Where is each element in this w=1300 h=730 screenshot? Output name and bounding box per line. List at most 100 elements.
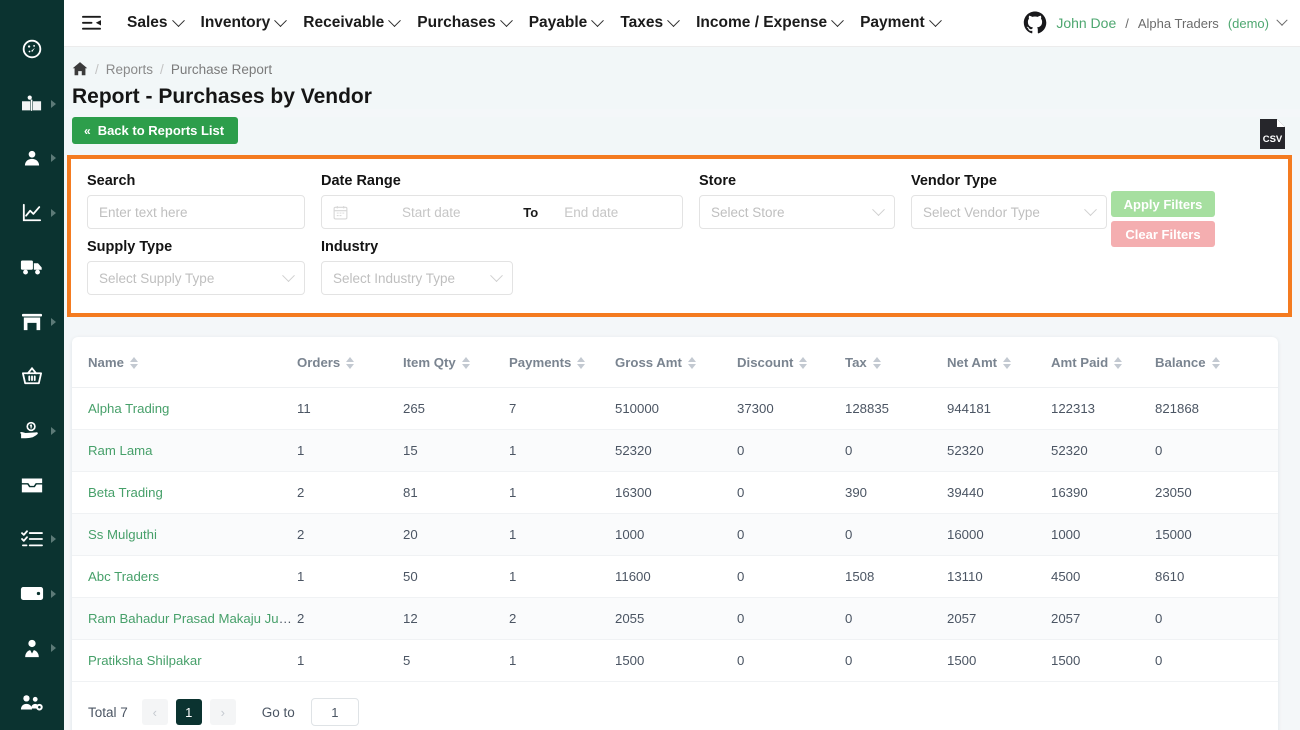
sidebar-item-reports[interactable]: [0, 185, 64, 239]
goto-page-input[interactable]: 1: [310, 698, 359, 726]
store-select[interactable]: Select Store: [699, 195, 895, 229]
date-range-input[interactable]: Start date To End date: [321, 195, 683, 229]
home-icon[interactable]: [72, 61, 88, 77]
vendor-link[interactable]: Beta Trading: [88, 485, 163, 500]
sort-toggle[interactable]: [687, 356, 696, 369]
cell-gross-amt: 11600: [615, 555, 737, 598]
search-label: Search: [87, 173, 136, 189]
column-header-amt-paid[interactable]: Amt Paid: [1051, 337, 1155, 388]
date-range-to-label: To: [523, 204, 539, 220]
page-number-1[interactable]: 1: [175, 699, 202, 725]
chevron-right-icon: [51, 426, 56, 435]
vendor-link[interactable]: Alpha Trading: [88, 401, 169, 416]
sidebar-item-payments[interactable]: [0, 403, 64, 457]
cell-balance: 0: [1155, 597, 1278, 640]
nav-label: Sales: [127, 14, 168, 31]
chevron-down-icon: [1084, 202, 1097, 216]
nav-label: Income / Expense: [696, 14, 828, 31]
table-row: Abc Traders 1 50 1 11600 0 1508 13110 4500 8610: [72, 555, 1278, 598]
main-area: Sales Inventory Receivable Purchases Pay…: [64, 0, 1300, 730]
cell-amt-paid: 122313: [1051, 387, 1155, 430]
nav-menu-inventory[interactable]: Inventory: [192, 0, 295, 47]
nav-menu-income-expense[interactable]: Income / Expense: [687, 0, 851, 47]
nav-label: Taxes: [620, 14, 664, 31]
search-input[interactable]: Enter text here: [87, 195, 305, 229]
chevron-down-icon: [831, 13, 844, 27]
filter-supply-type: Supply Type Select Supply Type: [87, 237, 305, 295]
supply-type-select[interactable]: Select Supply Type: [87, 261, 305, 295]
chevron-down-icon: [490, 268, 503, 282]
sidebar-item-user-admin[interactable]: [0, 676, 64, 730]
vendor-link[interactable]: Pratiksha Shilpakar: [88, 653, 202, 668]
sidebar-item-shipping[interactable]: [0, 240, 64, 294]
user-org: Alpha Traders: [1137, 15, 1219, 31]
page-title: Report - Purchases by Vendor: [72, 85, 372, 108]
sidebar-item-customers[interactable]: [0, 131, 64, 185]
sort-toggle[interactable]: [872, 356, 881, 369]
column-header-net-amt[interactable]: Net Amt: [947, 337, 1051, 388]
vendor-type-select[interactable]: Select Vendor Type: [911, 195, 1107, 229]
column-header-gross-amt[interactable]: Gross Amt: [615, 337, 737, 388]
vendor-link[interactable]: Abc Traders: [88, 569, 159, 584]
column-header-item-qty[interactable]: Item Qty: [403, 337, 509, 388]
vendor-link[interactable]: Ram Lama: [88, 443, 153, 458]
sort-toggle[interactable]: [1211, 356, 1220, 369]
nav-menu-taxes[interactable]: Taxes: [611, 0, 687, 47]
chevron-right-icon: [51, 99, 56, 108]
menu-fold-icon[interactable]: [78, 10, 104, 36]
nav-menu-purchases[interactable]: Purchases: [408, 0, 519, 47]
chevron-right-icon[interactable]: ›: [209, 699, 236, 725]
sidebar-item-dashboard[interactable]: [0, 22, 64, 76]
vendor-link[interactable]: Ram Bahadur Prasad Makaju Junior: [88, 611, 297, 626]
cell-net-amt: 1500: [947, 639, 1051, 682]
vendor-link[interactable]: Ss Mulguthi: [88, 527, 157, 542]
nav-menu-payment[interactable]: Payment: [851, 0, 949, 47]
sort-toggle[interactable]: [461, 356, 470, 369]
end-date-input[interactable]: End date: [548, 205, 671, 220]
cell-discount: 0: [737, 555, 845, 598]
chevron-left-icon[interactable]: ‹: [141, 699, 168, 725]
sidebar-item-inbox[interactable]: [0, 458, 64, 512]
sidebar-item-purchases[interactable]: [0, 349, 64, 403]
industry-select[interactable]: Select Industry Type: [321, 261, 513, 295]
nav-menu-sales[interactable]: Sales: [118, 0, 192, 47]
column-header-name[interactable]: Name: [72, 337, 297, 388]
total-count-label: Total 7: [88, 704, 128, 720]
sort-toggle[interactable]: [577, 356, 586, 369]
cell-amt-paid: 1500: [1051, 639, 1155, 682]
user-menu[interactable]: John Doe / Alpha Traders (demo): [1023, 11, 1300, 35]
sidebar-item-stores[interactable]: [0, 294, 64, 348]
sidebar-item-employees[interactable]: [0, 621, 64, 675]
pagination: Total 7 ‹ 1 › Go to 1: [72, 682, 1278, 730]
users-cog-icon: [20, 693, 44, 713]
sidebar-item-tasks[interactable]: [0, 512, 64, 566]
chevron-right-icon: [51, 644, 56, 653]
column-header-orders[interactable]: Orders: [297, 337, 403, 388]
back-to-reports-list-button[interactable]: « Back to Reports List: [72, 117, 239, 144]
sort-toggle[interactable]: [129, 356, 138, 369]
filter-vendor-type: Vendor Type Select Vendor Type: [911, 171, 1107, 229]
column-header-tax[interactable]: Tax: [845, 337, 947, 388]
sort-toggle[interactable]: [1114, 356, 1123, 369]
start-date-input[interactable]: Start date: [362, 205, 513, 220]
csv-file-icon[interactable]: CSV: [1259, 118, 1286, 150]
column-header-payments[interactable]: Payments: [509, 337, 615, 388]
column-header-discount[interactable]: Discount: [737, 337, 845, 388]
nav-menu-payable[interactable]: Payable: [520, 0, 612, 47]
apply-filters-button[interactable]: Apply Filters: [1111, 191, 1215, 217]
cell-discount: 0: [737, 597, 845, 640]
cell-payments: 1: [509, 471, 615, 514]
sidebar-item-wallet[interactable]: [0, 567, 64, 621]
nav-label: Inventory: [200, 14, 271, 31]
store-select-value: Select Store: [711, 204, 785, 220]
clear-filters-button[interactable]: Clear Filters: [1111, 221, 1215, 247]
sort-toggle[interactable]: [346, 356, 355, 369]
sort-toggle[interactable]: [1003, 356, 1012, 369]
column-header-balance[interactable]: Balance: [1155, 337, 1278, 388]
chevron-down-icon: [388, 13, 402, 27]
sidebar-item-catalog[interactable]: [0, 76, 64, 130]
breadcrumb-item-reports[interactable]: Reports: [106, 62, 153, 77]
sort-toggle[interactable]: [799, 356, 808, 369]
nav-menu-receivable[interactable]: Receivable: [294, 0, 408, 47]
basket-icon: [21, 366, 43, 386]
